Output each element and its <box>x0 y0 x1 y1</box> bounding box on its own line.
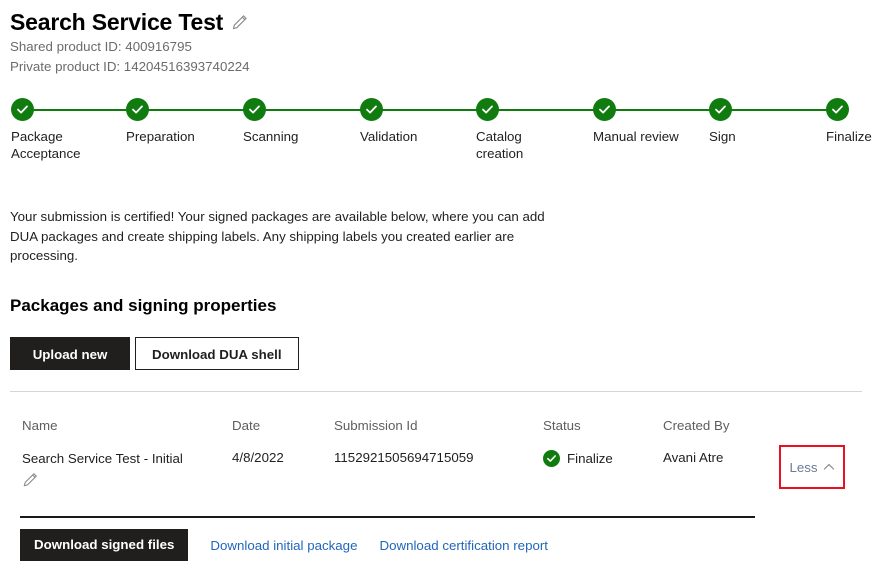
stepper-step-label: Catalog creation <box>476 129 524 161</box>
download-signed-files-button[interactable]: Download signed files <box>20 529 189 561</box>
status-label: Finalize <box>567 451 613 466</box>
check-icon <box>709 98 732 121</box>
shared-product-id: Shared product ID: 400916795 <box>10 39 192 54</box>
stepper-step-label: Validation <box>360 129 418 144</box>
page-header: Search Service Test Shared product ID: 4… <box>10 8 250 76</box>
stepper-step-label: Package Acceptance <box>11 129 81 161</box>
title-row: Search Service Test <box>10 8 250 36</box>
row-expand-toggle-label: Less <box>789 459 818 475</box>
table-top-divider <box>10 391 862 392</box>
section-title: Packages and signing properties <box>10 296 277 315</box>
stepper-step-preparation[interactable]: Preparation <box>126 98 257 146</box>
chevron-up-icon <box>823 461 835 473</box>
package-name: Search Service Test - Initial <box>22 451 183 466</box>
check-icon <box>360 98 383 121</box>
check-icon <box>126 98 149 121</box>
pencil-icon[interactable] <box>231 13 249 31</box>
cell-created-by: Avani Atre <box>663 450 724 465</box>
cell-submission-id: 1152921505694715059 <box>334 450 474 465</box>
row-detail-actions: Download signed files Download initial p… <box>20 529 548 561</box>
table-row: Search Service Test - Initial 4/8/2022 1… <box>0 438 872 500</box>
cell-date: 4/8/2022 <box>232 450 284 465</box>
stepper-step-manual-review[interactable]: Manual review <box>593 98 724 146</box>
download-dua-shell-button[interactable]: Download DUA shell <box>135 337 299 370</box>
page-title: Search Service Test <box>10 9 224 35</box>
stepper-step-package-acceptance[interactable]: Package Acceptance <box>11 98 142 162</box>
column-header-date[interactable]: Date <box>232 418 260 433</box>
download-initial-package-link[interactable]: Download initial package <box>210 538 357 553</box>
progress-stepper: Package Acceptance Preparation Scanning … <box>0 98 872 168</box>
download-certification-report-link[interactable]: Download certification report <box>379 538 548 553</box>
column-header-status[interactable]: Status <box>543 418 581 433</box>
stepper-step-finalize[interactable]: Finalize <box>826 98 872 146</box>
stepper-step-sign[interactable]: Sign <box>709 98 840 146</box>
stepper-step-catalog-creation[interactable]: Catalog creation <box>476 98 607 162</box>
column-header-submission-id[interactable]: Submission Id <box>334 418 418 433</box>
packages-table: Name Date Submission Id Status Created B… <box>0 400 872 500</box>
check-icon <box>826 98 849 121</box>
stepper-step-label: Preparation <box>126 129 195 144</box>
section-action-buttons: Upload new Download DUA shell <box>10 337 299 370</box>
upload-new-button[interactable]: Upload new <box>10 337 130 370</box>
stepper-step-label: Sign <box>709 129 736 144</box>
stepper-step-scanning[interactable]: Scanning <box>243 98 374 146</box>
table-header-row: Name Date Submission Id Status Created B… <box>0 400 872 438</box>
cell-name: Search Service Test - Initial <box>22 450 222 488</box>
submission-status-description: Your submission is certified! Your signe… <box>10 209 545 264</box>
pencil-icon[interactable] <box>22 471 39 488</box>
stepper-step-label: Finalize <box>826 129 872 144</box>
row-detail-divider <box>20 516 755 518</box>
private-product-id: Private product ID: 14204516393740224 <box>10 59 250 74</box>
check-icon <box>243 98 266 121</box>
row-expand-toggle[interactable]: Less <box>779 445 845 489</box>
check-circle-icon <box>543 450 560 467</box>
stepper-step-label: Manual review <box>593 129 679 144</box>
column-header-name[interactable]: Name <box>22 418 57 433</box>
stepper-step-label: Scanning <box>243 129 299 144</box>
status-badge: Finalize <box>543 450 613 467</box>
stepper-step-validation[interactable]: Validation <box>360 98 491 146</box>
check-icon <box>593 98 616 121</box>
column-header-created-by[interactable]: Created By <box>663 418 730 433</box>
check-icon <box>476 98 499 121</box>
check-icon <box>11 98 34 121</box>
